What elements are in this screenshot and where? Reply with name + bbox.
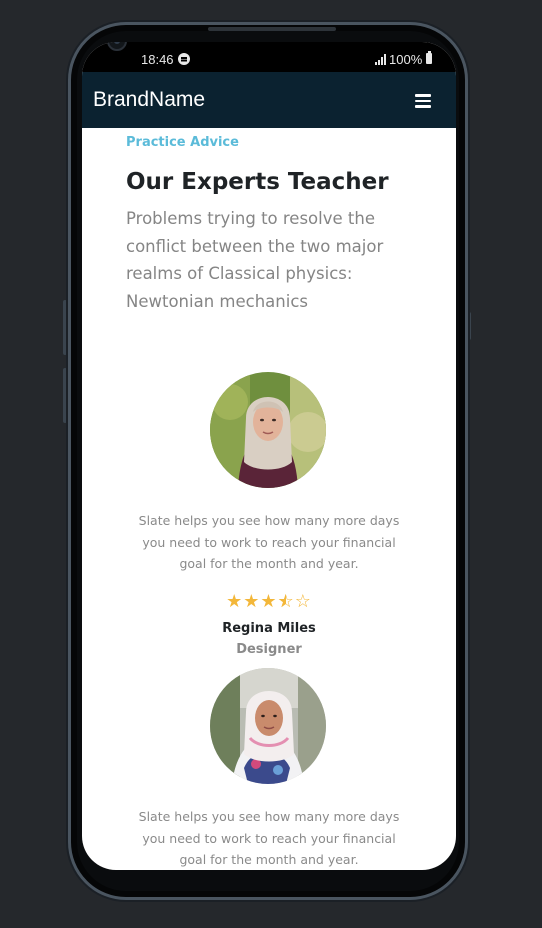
star-empty-icon: ☆ [294, 591, 312, 612]
star-full-icon: ★ [226, 591, 244, 612]
earpiece-speaker [208, 27, 336, 31]
status-time: 18:46 [141, 52, 174, 67]
volume-down-button [63, 368, 67, 423]
phone-screen: 18:46 100% BrandName Practice Advice Our… [82, 42, 456, 870]
front-camera [107, 42, 127, 51]
hamburger-menu-icon[interactable] [415, 94, 431, 108]
portrait-photo-second [210, 668, 326, 784]
section-eyebrow: Practice Advice [126, 135, 239, 150]
battery-percentage: 100% [389, 52, 423, 67]
signal-icon [375, 54, 386, 65]
testimonial-name: Regina Miles [222, 621, 316, 636]
testimonial-role: Designer [236, 642, 302, 657]
section-description: Problems trying to resolve the conflict … [126, 209, 384, 311]
star-full-icon: ★ [243, 591, 261, 612]
battery-icon [426, 51, 432, 64]
testimonial-quote: Slate helps you see how many more days y… [138, 513, 400, 571]
brand-logo[interactable]: BrandName [93, 88, 205, 112]
volume-up-button [63, 300, 67, 355]
navbar: BrandName [82, 72, 456, 128]
star-full-icon: ★ [260, 591, 278, 612]
star-half-icon: ☆ [278, 591, 295, 612]
avatar [210, 668, 326, 784]
avatar [210, 372, 326, 488]
rating-stars: ★★★☆☆ [220, 591, 318, 612]
portrait-photo-regina [210, 372, 326, 488]
spotify-icon [178, 53, 190, 65]
status-bar: 18:46 100% [82, 42, 456, 72]
section-title: Our Experts Teacher [126, 169, 389, 195]
testimonial-quote: Slate helps you see how many more days y… [138, 809, 400, 867]
